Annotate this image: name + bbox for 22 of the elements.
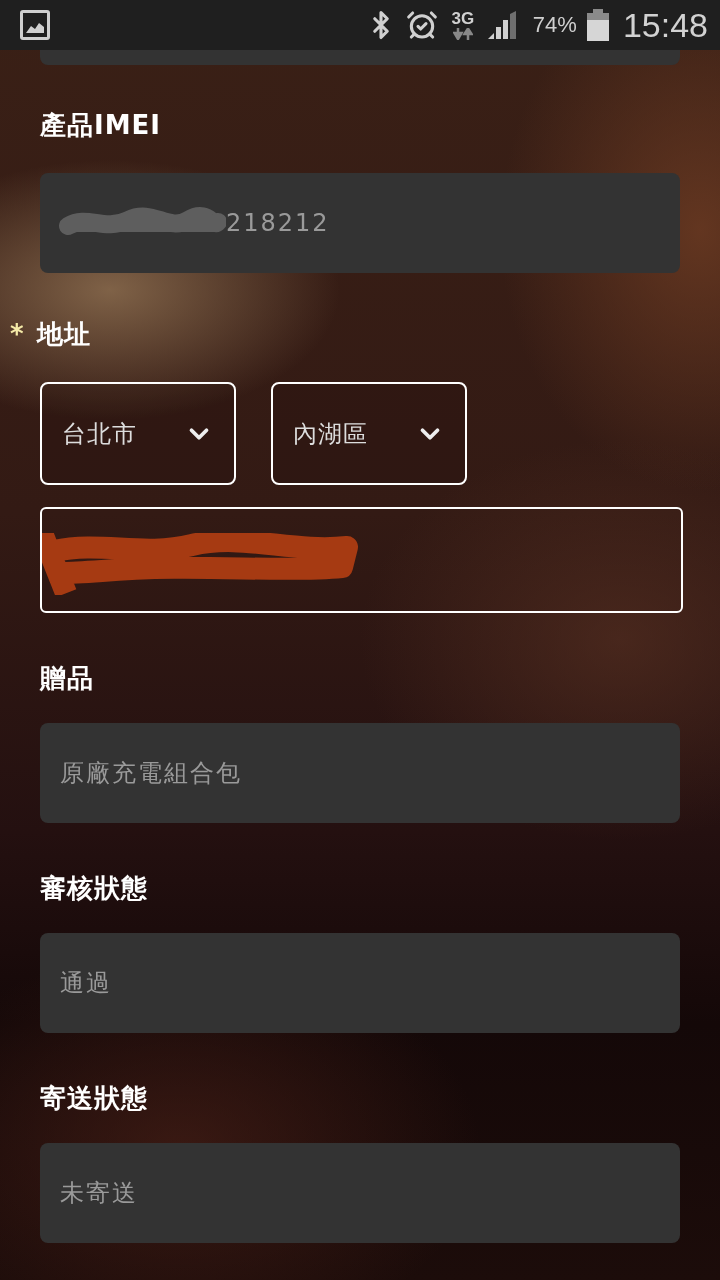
required-mark: * — [10, 319, 25, 349]
network-type: 3G — [451, 10, 475, 28]
signal-icon — [487, 11, 517, 39]
field-label: 審核狀態 — [40, 873, 148, 903]
input-field[interactable] — [40, 50, 680, 65]
clock-time: 15:48 — [622, 5, 708, 45]
data-arrows-icon — [452, 28, 473, 40]
dropdown[interactable]: 台北市 — [40, 382, 236, 485]
input-field[interactable]: 原廠充電組合包 — [40, 723, 680, 823]
input-field[interactable]: 218212 — [40, 173, 680, 273]
address-field[interactable] — [40, 507, 683, 613]
image-icon — [20, 10, 50, 40]
field-label: 寄送狀態 — [40, 1083, 148, 1113]
field-label: 贈品 — [40, 663, 94, 693]
field-label: 產品IMEI — [40, 110, 161, 140]
input-field[interactable]: 通過 — [40, 933, 680, 1033]
dropdown[interactable]: 內湖區 — [271, 382, 467, 485]
battery-percent: 74% — [532, 12, 577, 38]
battery-icon — [586, 9, 609, 41]
field-label: 地址 — [37, 319, 91, 349]
alarm-clock-icon — [405, 9, 438, 41]
input-field[interactable]: 未寄送 — [40, 1143, 680, 1243]
